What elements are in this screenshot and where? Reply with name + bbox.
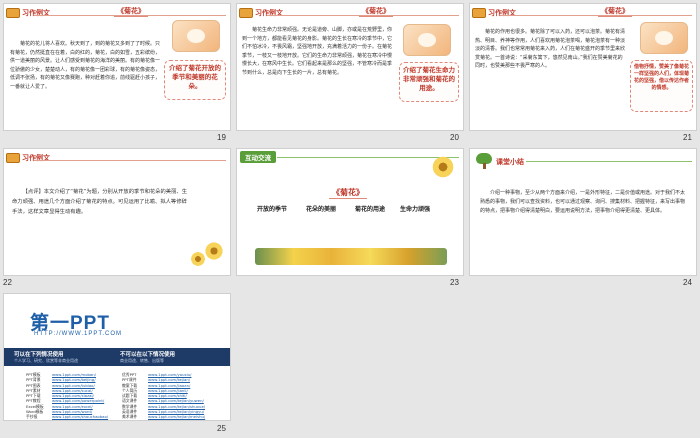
brand-url: HTTP://WWW.1PPT.COM: [34, 331, 122, 337]
header-divider: [34, 160, 226, 161]
cannot-use-sub: 商业用途、转售、出版等: [120, 358, 164, 363]
cat-illustration: [640, 22, 688, 54]
slide-number: 22: [3, 278, 12, 287]
tree-icon: [476, 153, 492, 169]
header-divider: [277, 157, 459, 158]
slide-number: 19: [217, 133, 226, 142]
section-tag: 习作例文: [6, 152, 50, 163]
topic-item: 生命力顽强: [400, 206, 431, 213]
body-paragraph: 菊花生命力非常顽强。无论是道旁、山脚，亦或是在荒野里，你到一个地方，都能看见菊花…: [242, 27, 393, 76]
usage-band: 可以在下列情况使用 个人学习、研究、欣赏等非商业用途 不可以在以下情况使用 商业…: [4, 348, 230, 366]
summary-paragraph: 介绍一种事物，至少从两个方面来介绍，一是外形特征，二是价值或用途。对于我们不太熟…: [480, 190, 686, 214]
flower-decoration-icon: [204, 241, 224, 261]
slide-thumbnail-24[interactable]: 课堂小结 介绍一种事物，至少从两个方面来介绍，一是外形特征，二是价值或用途。对于…: [469, 148, 697, 276]
can-use-heading: 可以在下列情况使用: [14, 352, 64, 358]
slide-title: 《菊花》: [114, 6, 148, 17]
cat-illustration: [172, 20, 220, 52]
brand-header: 第一PPT HTTP://WWW.1PPT.COM: [4, 294, 230, 348]
slide-title: 《菊花》: [598, 6, 632, 17]
cat-illustration: [403, 24, 451, 56]
slide-header: 互动交流: [237, 149, 463, 163]
header-divider: [526, 161, 692, 162]
slide-number: 21: [683, 133, 692, 142]
section-tag-label: 习作例文: [22, 153, 50, 162]
slide-number: 24: [683, 278, 692, 287]
section-tag-label: 习作例文: [488, 8, 516, 17]
slide-thumbnail-20[interactable]: 习作例文 《菊花》 菊花生命力非常顽强。无论是道旁、山脚，亦或是在荒野里，你到一…: [236, 3, 464, 131]
left-link-list[interactable]: www.1ppt.com/moban/www.1ppt.com/beijing/…: [52, 372, 108, 420]
section-tag: 习作例文: [472, 7, 516, 18]
cannot-use-heading: 不可以在以下情况使用: [120, 352, 176, 358]
book-icon: [472, 7, 486, 18]
slide-thumbnail-19[interactable]: 习作例文 《菊花》 菊花的花儿将人喜欢。秋天到了，到的菊花又多到了了时候。只有菊…: [3, 3, 231, 131]
slide-thumbnail-23[interactable]: 互动交流 《菊花》 开放的季节 花朵的美丽 菊花的用途 生命力顽强: [236, 148, 464, 276]
left-category-list: PPT模板 PPT背景 PPT图表 PPT素材 PPT下载 PPT教程 Excel模板 W…: [26, 372, 44, 420]
annotation-callout: 介绍了菊花开放的季节和美丽的花朵。: [164, 60, 226, 100]
right-category-list: 优秀PPT PPT课件 教案下载 个人简历 试题下载 语文课件 数学课件 英语课件 美术课件: [122, 372, 138, 420]
annotation-callout: 介绍了菊花生命力非常顽强和菊花的用途。: [399, 62, 459, 102]
book-icon: [6, 152, 20, 163]
slide-header: 习作例文: [4, 149, 230, 165]
slide-thumbnail-22[interactable]: 习作例文 【点评】本文介绍了“菊花”为题，分别从开放的季节和花朵的美丽、生命力顽…: [3, 148, 231, 276]
slide-number: 23: [450, 278, 459, 287]
comment-paragraph: 【点评】本文介绍了“菊花”为题，分别从开放的季节和花朵的美丽、生命力顽强、用途几…: [12, 189, 187, 215]
book-icon: [239, 7, 253, 18]
chrysanthemum-photo-strip: [255, 248, 447, 265]
section-tag-label: 习作例文: [255, 8, 283, 17]
annotation-callout: 借物抒情，赞美了像菊花一样坚强的人们，体现菊花的坚强，借以传达作者的情感。: [630, 60, 693, 112]
slide-header: 习作例文 《菊花》: [237, 4, 463, 20]
slide-header: 习作例文 《菊花》: [470, 4, 696, 20]
section-tag-label: 互动交流: [240, 151, 276, 163]
body-paragraph: 菊花的花儿将人喜欢。秋天到了，到的菊花又多到了了时候。只有菊花，仍然挺直在在着，…: [10, 41, 161, 90]
slide-number: 25: [217, 424, 226, 433]
slide-number: 20: [450, 133, 459, 142]
can-use-sub: 个人学习、研究、欣赏等非商业用途: [14, 358, 78, 363]
right-link-list[interactable]: www.1ppt.com/youxiu/www.1ppt.com/kejian/…: [148, 372, 205, 420]
slide-header: 习作例文 《菊花》: [4, 4, 230, 20]
book-icon: [6, 7, 20, 18]
section-tag: 习作例文: [239, 7, 283, 18]
section-tag-label: 习作例文: [22, 8, 50, 17]
slide-title: 《菊花》: [329, 187, 367, 199]
flower-decoration-icon: [431, 155, 455, 179]
header-divider: [500, 15, 692, 16]
section-tag-label: 课堂小结: [496, 158, 524, 166]
body-paragraph: 菊花的作用也很多。菊花除了可以入药，还可以泡茶。菊花有清热、明目、养神等作用，人…: [475, 29, 626, 69]
topic-item: 开放的季节: [257, 206, 288, 213]
flower-decoration-icon: [190, 251, 206, 267]
topic-item: 花朵的美丽: [306, 206, 337, 213]
slide-thumbnail-21[interactable]: 习作例文 《菊花》 菊花的作用也很多。菊花除了可以入药，还可以泡茶。菊花有清热、…: [469, 3, 697, 131]
section-tag: 习作例文: [6, 7, 50, 18]
topic-item: 菊花的用途: [355, 206, 386, 213]
slide-thumbnail-25[interactable]: 第一PPT HTTP://WWW.1PPT.COM 可以在下列情况使用 个人学习…: [3, 293, 231, 421]
slide-title: 《菊花》: [359, 6, 393, 17]
